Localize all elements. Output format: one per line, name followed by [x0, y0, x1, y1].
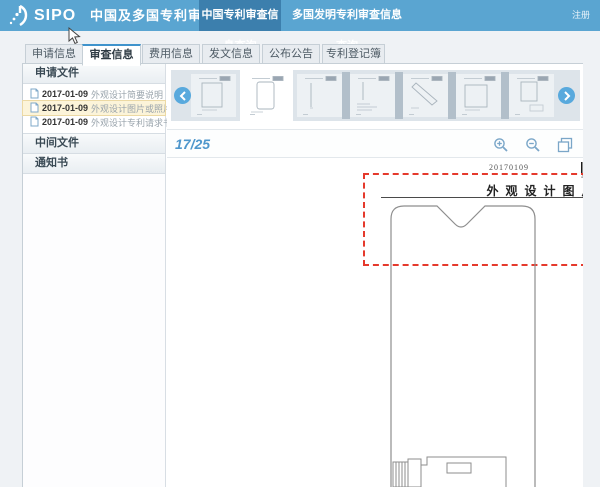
multi-page-view-icon[interactable]	[557, 137, 573, 153]
document-viewer: 17/25 20170109	[167, 64, 583, 487]
mouse-cursor-icon	[68, 27, 81, 45]
file-date: 2017-01-09	[42, 117, 88, 127]
tab-publication-announcement[interactable]: 公布公告	[262, 44, 320, 64]
document-sidebar: 申请文件 2017-01-09外观设计简要说明2017-01-09外观设计图片或…	[23, 64, 166, 487]
sipo-logo-icon	[8, 4, 30, 28]
thumbnail-separator	[448, 72, 456, 119]
thumbnail-tablet-front[interactable]	[191, 74, 236, 117]
thumbnails-next-button[interactable]	[558, 87, 575, 104]
thumbnail-separator	[395, 72, 403, 119]
design-drawing-phone-front	[384, 200, 544, 487]
file-list: 2017-01-09外观设计简要说明2017-01-09外观设计图片或照片201…	[23, 84, 165, 134]
zoom-out-icon[interactable]	[525, 137, 541, 153]
document-icon	[30, 102, 39, 115]
thumbnail-preview-icon	[456, 74, 501, 117]
thumbnail-separator	[501, 72, 509, 119]
thumbnail-vertical-line[interactable]	[297, 74, 342, 117]
thumbnail-preview-icon	[509, 74, 554, 117]
chevron-right-icon	[563, 91, 571, 101]
document-icon	[30, 88, 39, 101]
thumbnail-preview-icon	[350, 74, 395, 117]
app-header: SIPO 中国及多国专利审查信息查询 中国专利审查信息查询 多国发明专利审查信息…	[0, 0, 600, 31]
thumbnail-preview-icon	[191, 74, 236, 117]
patent-query-app: SIPO 中国及多国专利审查信息查询 中国专利审查信息查询 多国发明专利审查信息…	[0, 0, 600, 487]
tab-application-info[interactable]: 申请信息	[25, 44, 83, 64]
content-panel: 申请文件 2017-01-09外观设计简要说明2017-01-09外观设计图片或…	[22, 63, 583, 487]
zoom-in-icon[interactable]	[493, 137, 509, 153]
tab-examination-info[interactable]: 审查信息	[82, 44, 141, 66]
thumbnail-preview-icon	[297, 74, 342, 117]
document-page: 20170109 2017300375182 外观设计图片或照片	[167, 158, 583, 487]
sidebar-section-intermediate-files[interactable]: 中间文件	[23, 134, 165, 154]
thumbnail-strip	[171, 70, 580, 121]
file-label: 外观设计简要说明	[91, 88, 163, 101]
section-tabbar: 申请信息 审查信息 费用信息 发文信息 公布公告 专利登记簿	[0, 44, 600, 64]
page-indicator: 17/25	[175, 136, 210, 152]
file-label: 外观设计专利请求书	[91, 116, 172, 129]
sidebar-section-notifications[interactable]: 通知书	[23, 154, 165, 174]
thumbnails-prev-button[interactable]	[174, 87, 191, 104]
tab-issued-documents[interactable]: 发文信息	[202, 44, 260, 64]
thumbnail-line-with-text[interactable]	[350, 74, 395, 117]
chevron-left-icon	[179, 91, 187, 101]
design-drawing-bottom-detail	[384, 450, 519, 487]
document-date-stamp: 20170109	[489, 163, 529, 172]
viewer-toolbar: 17/25	[167, 129, 583, 158]
thumbnail-small-rect[interactable]	[509, 74, 554, 117]
sidebar-section-application-files[interactable]: 申请文件	[23, 64, 165, 84]
sipo-logo[interactable]: SIPO	[8, 3, 76, 29]
tab-fee-info[interactable]: 费用信息	[142, 44, 200, 64]
logo-text: SIPO	[34, 7, 76, 25]
file-item[interactable]: 2017-01-09外观设计专利请求书	[23, 115, 165, 129]
thumbnail-preview-icon	[244, 74, 289, 117]
file-date: 2017-01-09	[42, 103, 88, 113]
nav-tab-china-patent[interactable]: 中国专利审查信息查询	[199, 0, 281, 31]
file-item[interactable]: 2017-01-09外观设计图片或照片	[23, 101, 165, 115]
file-item[interactable]: 2017-01-09外观设计简要说明	[23, 87, 165, 101]
thumbnail-phone-front[interactable]	[244, 74, 289, 117]
thumbnail-preview-icon	[403, 74, 448, 117]
thumbnail-perspective-view[interactable]	[403, 74, 448, 117]
register-link[interactable]: 注册	[572, 0, 590, 31]
file-date: 2017-01-09	[42, 89, 88, 99]
nav-tab-multinational-patent[interactable]: 多国发明专利审查信息查询	[288, 0, 406, 31]
thumbnail-rect-outline[interactable]	[456, 74, 501, 117]
file-label: 外观设计图片或照片	[91, 102, 172, 115]
thumbnail-separator	[342, 72, 350, 119]
document-icon	[30, 116, 39, 129]
tab-patent-register[interactable]: 专利登记簿	[322, 44, 385, 64]
